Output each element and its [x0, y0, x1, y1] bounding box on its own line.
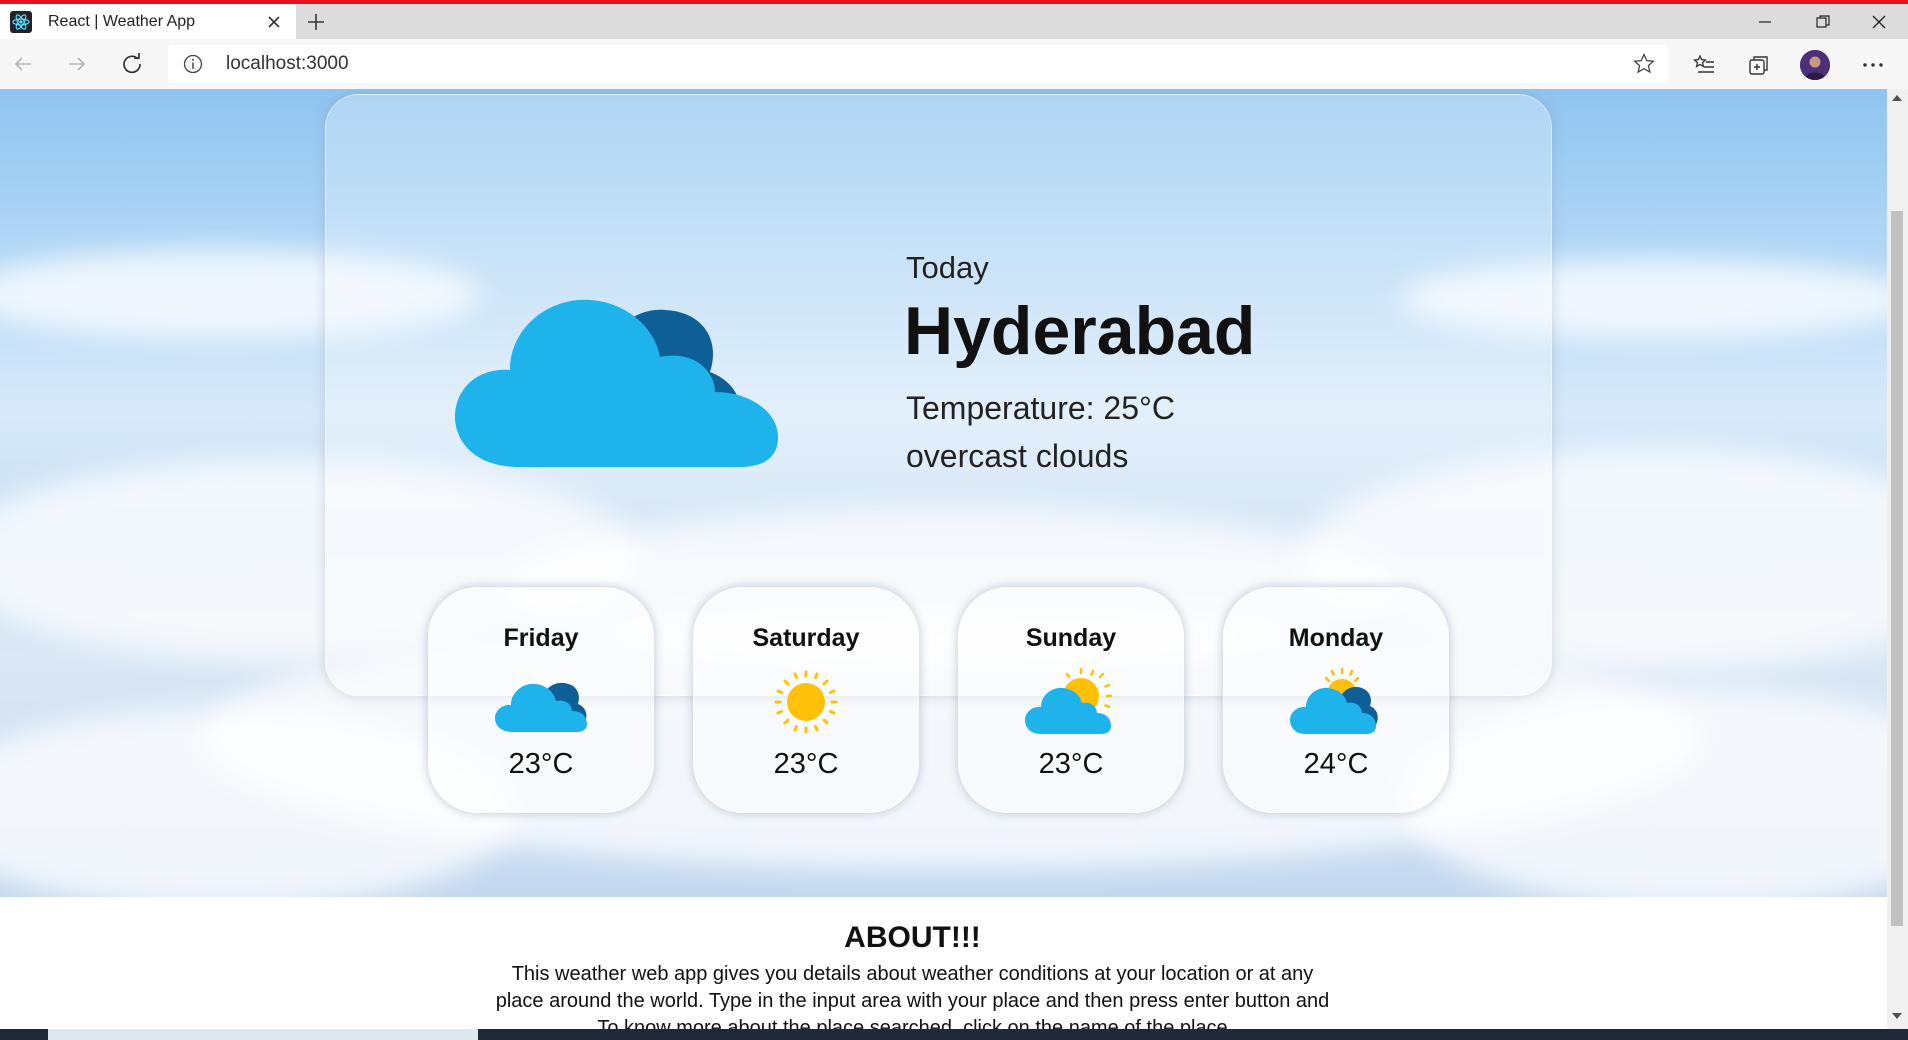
forecast-day: Friday: [503, 624, 579, 652]
arrow-right-icon[interactable]: [62, 49, 92, 79]
sun-icon: [774, 670, 838, 734]
about-title: ABOUT!!!: [844, 921, 981, 954]
scrollbar-thumb[interactable]: [1891, 211, 1903, 926]
forecast-temperature: 23°C: [1038, 748, 1104, 780]
weather-description: overcast clouds: [906, 438, 1129, 474]
forecast-day: Monday: [1288, 624, 1384, 652]
forecast-card: Saturday 23°C: [693, 587, 919, 813]
about-text: This weather web app gives you details a…: [470, 961, 1355, 1029]
restore-icon[interactable]: [1794, 4, 1852, 39]
star-icon[interactable]: [1632, 52, 1656, 76]
vertical-scrollbar[interactable]: [1887, 89, 1908, 1029]
forecast-temperature: 24°C: [1303, 748, 1369, 780]
address-bar: localhost:3000: [0, 39, 1908, 90]
cloudy-sun-icon: [1290, 667, 1378, 734]
profile-button[interactable]: [1799, 49, 1831, 81]
avatar: [1800, 50, 1830, 80]
page-viewport: Today Hyderabad Temperature: 25°C overca…: [0, 89, 1887, 1029]
about-line: place around the world. Type in the inpu…: [495, 990, 1330, 1012]
taskbar-app[interactable]: [48, 1029, 478, 1040]
forecast-day: Saturday: [752, 624, 860, 652]
taskbar: [0, 1029, 1908, 1040]
forecast-day: Sunday: [1025, 624, 1117, 652]
forecast-card: Friday 23°C: [428, 587, 654, 813]
scroll-up-icon[interactable]: [1892, 95, 1902, 101]
url-text[interactable]: localhost:3000: [226, 53, 1632, 75]
forecast-temperature: 23°C: [773, 748, 839, 780]
city-name[interactable]: Hyderabad: [904, 292, 1255, 370]
arrow-left-icon[interactable]: [8, 49, 38, 79]
today-label: Today: [906, 250, 989, 285]
more-icon[interactable]: [1857, 49, 1889, 81]
browser-tab[interactable]: React | Weather App: [0, 4, 296, 39]
forecast-card: Sunday 23°C: [958, 587, 1184, 813]
cloud-icon: [455, 299, 778, 467]
favorites-icon[interactable]: [1688, 49, 1720, 81]
current-temperature: Temperature: 25°C: [906, 390, 1175, 426]
minimize-icon[interactable]: [1736, 4, 1794, 39]
forecast-temperature: 23°C: [508, 748, 574, 780]
partly-sunny-icon: [1025, 667, 1113, 734]
tab-strip: React | Weather App: [0, 4, 1908, 39]
refresh-icon[interactable]: [117, 49, 147, 79]
about-line: This weather web app gives you details a…: [511, 963, 1314, 985]
tab-title: React | Weather App: [48, 12, 196, 30]
url-field[interactable]: localhost:3000: [168, 45, 1668, 83]
forecast-card: Monday 24°C: [1223, 587, 1449, 813]
cloud-icon: [495, 682, 587, 732]
collections-icon[interactable]: [1743, 49, 1775, 81]
close-icon[interactable]: [264, 12, 284, 32]
info-icon[interactable]: [182, 53, 204, 75]
scroll-down-icon[interactable]: [1892, 1013, 1902, 1019]
react-atom-icon: [10, 10, 32, 33]
plus-icon[interactable]: [302, 8, 330, 36]
window-close-icon[interactable]: [1850, 4, 1908, 39]
about-line: To know more about the place searched, c…: [597, 1017, 1228, 1029]
